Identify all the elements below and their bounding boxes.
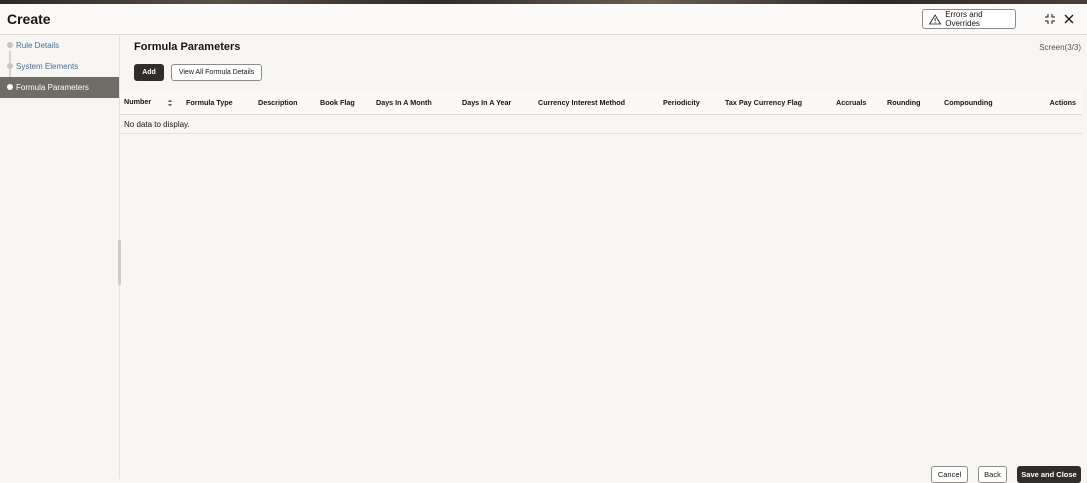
column-header-rounding: Rounding [883,90,940,115]
section-title: Formula Parameters [134,41,241,53]
page-title: Create [7,11,51,27]
column-header-periodicity: Periodicity [659,90,721,115]
step-dot-icon [7,63,13,69]
column-header-days-in-a-year: Days In A Year [458,90,534,115]
column-header-currency-interest-method: Currency Interest Method [534,90,659,115]
add-button[interactable]: Add [134,64,164,81]
column-header-book-flag: Book Flag [316,90,372,115]
back-button[interactable]: Back [978,466,1007,483]
sidebar-item-formula-parameters[interactable]: Formula Parameters [0,77,119,98]
sidebar-item-system-elements[interactable]: System Elements [0,56,119,77]
empty-table-message: No data to display. [120,114,1082,134]
sidebar-item-label: System Elements [16,62,79,71]
sort-icon[interactable] [167,99,173,107]
screen-indicator: Screen(3/3) [1039,43,1081,52]
resize-icon[interactable] [1044,13,1056,25]
save-and-close-button[interactable]: Save and Close [1017,466,1081,483]
sidebar-item-label: Formula Parameters [16,83,89,92]
column-header-number[interactable]: Number [120,90,182,115]
errors-and-overrides-button[interactable]: Errors and Overrides [922,9,1016,29]
sidebar-item-rule-details[interactable]: Rule Details [0,35,119,56]
column-header-actions: Actions [1034,90,1082,115]
errors-and-overrides-label: Errors and Overrides [945,10,983,28]
column-header-label: Number [124,97,152,107]
cancel-button[interactable]: Cancel [931,466,968,483]
column-header-formula-type: Formula Type [182,90,254,115]
column-header-description: Description [254,90,316,115]
close-icon[interactable] [1063,13,1075,25]
column-header-compounding: Compounding [940,90,1034,115]
column-header-accruals: Accruals [832,90,883,115]
formula-parameters-table: Number Formula Type Description Book Fla… [120,90,1082,134]
warning-triangle-icon [929,13,942,24]
table-row: No data to display. [120,114,1082,134]
step-dot-icon [7,84,13,90]
view-all-formula-details-button[interactable]: View All Formula Details [171,64,262,81]
sidebar-item-label: Rule Details [16,41,60,50]
table-header-row: Number Formula Type Description Book Fla… [120,90,1082,115]
page-header: Create Errors and Overrides [0,4,1087,35]
column-header-days-in-a-month: Days In A Month [372,90,458,115]
sidebar: Rule Details System Elements Formula Par… [0,35,120,479]
column-header-tax-pay-currency-flag: Tax Pay Currency Flag [721,90,832,115]
step-dot-icon [7,42,13,48]
main-panel: Formula Parameters Screen(3/3) Add View … [120,35,1087,479]
